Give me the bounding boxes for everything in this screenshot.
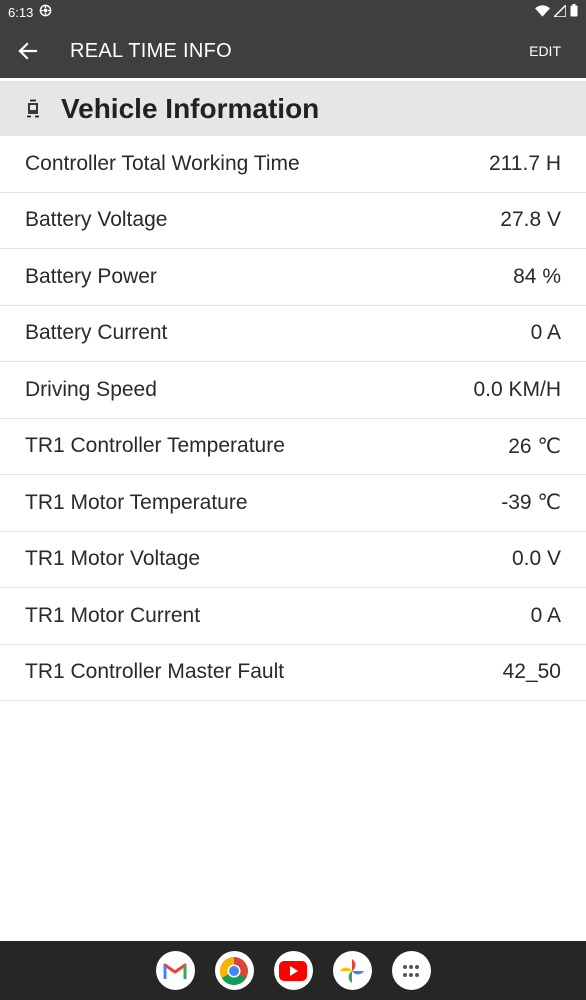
list-item: TR1 Motor Current 0 A — [0, 588, 586, 645]
back-button[interactable] — [0, 24, 56, 78]
item-label: Controller Total Working Time — [25, 151, 300, 175]
item-label: Driving Speed — [25, 377, 157, 401]
youtube-icon[interactable] — [273, 951, 313, 990]
section-header: Vehicle Information — [0, 81, 586, 136]
list-item: TR1 Motor Voltage 0.0 V — [0, 532, 586, 588]
item-value: 84 % — [513, 264, 561, 288]
list-item: TR1 Controller Temperature 26 ℃ — [0, 419, 586, 475]
item-label: Battery Power — [25, 264, 157, 288]
list-item: TR1 Controller Master Fault 42_50 — [0, 645, 586, 701]
app-drawer-icon[interactable] — [391, 951, 431, 990]
item-value: 211.7 H — [489, 151, 561, 175]
list-item: TR1 Motor Temperature -39 ℃ — [0, 475, 586, 532]
item-label: TR1 Motor Voltage — [25, 547, 201, 571]
list-item: Battery Voltage 27.8 V — [0, 193, 586, 249]
item-value: 26 ℃ — [508, 434, 561, 458]
list-item: Battery Power 84 % — [0, 249, 586, 306]
edit-button[interactable]: EDIT — [529, 43, 561, 59]
photos-icon[interactable] — [332, 951, 372, 990]
item-label: TR1 Motor Current — [25, 603, 201, 627]
sync-icon — [39, 4, 52, 20]
item-label: TR1 Controller Master Fault — [25, 660, 285, 684]
list-item: Driving Speed 0.0 KM/H — [0, 362, 586, 419]
item-value: 42_50 — [502, 660, 561, 684]
battery-icon — [570, 4, 578, 20]
section-title: Vehicle Information — [61, 92, 320, 124]
list-item: Controller Total Working Time 211.7 H — [0, 136, 586, 193]
app-bar: REAL TIME INFO EDIT — [0, 24, 586, 78]
taskbar — [0, 941, 586, 1000]
signal-icon — [552, 2, 567, 20]
back-arrow-icon — [18, 42, 38, 60]
item-value: 0.0 KM/H — [473, 377, 561, 401]
gmail-icon[interactable] — [155, 951, 195, 990]
item-label: Battery Current — [25, 321, 168, 345]
item-value: 0.0 V — [511, 547, 561, 571]
page-title: REAL TIME INFO — [70, 39, 233, 62]
item-label: TR1 Controller Temperature — [25, 434, 285, 458]
item-value: -39 ℃ — [501, 491, 561, 515]
info-list: Controller Total Working Time 211.7 H Ba… — [0, 136, 586, 701]
chrome-icon[interactable] — [214, 951, 254, 990]
item-label: TR1 Motor Temperature — [25, 490, 248, 514]
status-bar: 6:13 — [0, 0, 586, 24]
item-label: Battery Voltage — [25, 208, 168, 232]
item-value: 0 A — [530, 603, 561, 627]
wifi-icon — [535, 4, 550, 20]
item-value: 27.8 V — [500, 208, 561, 232]
vehicle-icon — [25, 99, 47, 119]
status-time: 6:13 — [8, 4, 34, 20]
item-value: 0 A — [530, 321, 561, 345]
list-item: Battery Current 0 A — [0, 306, 586, 362]
